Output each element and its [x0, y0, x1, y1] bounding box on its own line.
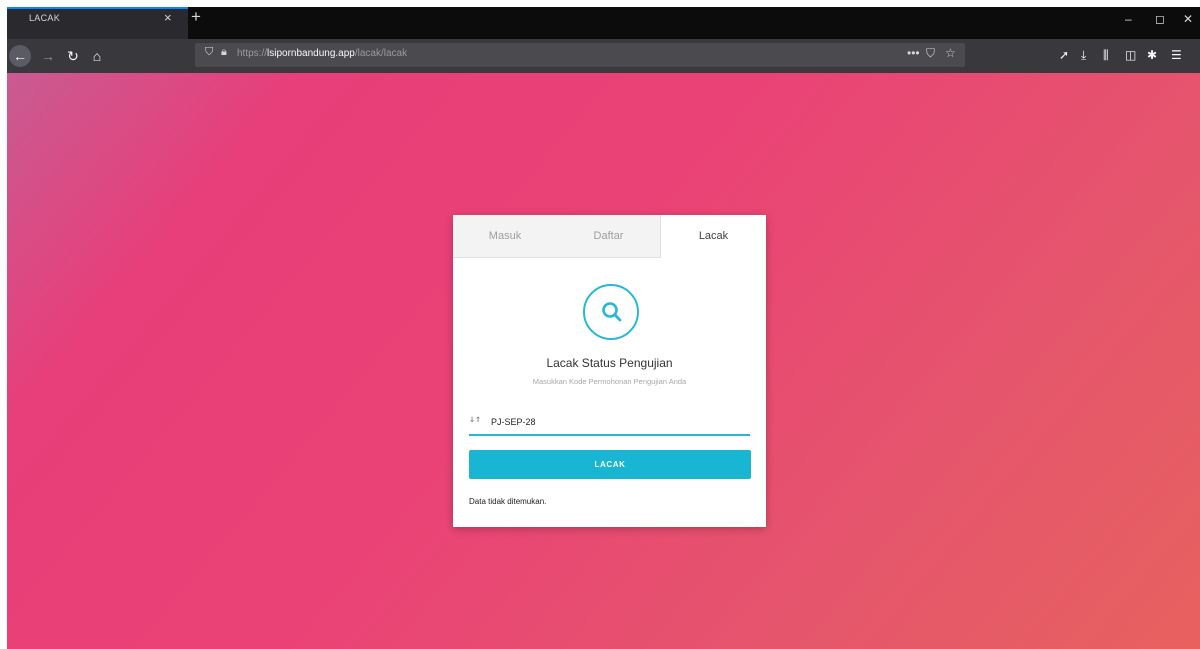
- browser-window: LACAK × + – ◻ ✕ ← → ↻ ⌂ ⛉ 🔒︎ https://lsi…: [7, 7, 1200, 649]
- back-button[interactable]: ←: [9, 45, 31, 67]
- reload-icon: ↻: [67, 48, 79, 64]
- tab-daftar[interactable]: Daftar: [557, 215, 661, 258]
- tab-strip: LACAK × + – ◻ ✕: [7, 7, 1200, 39]
- url-text[interactable]: https://lsipornbandung.app/lacak/lacak: [237, 48, 407, 59]
- download-icon[interactable]: ⤓: [1081, 48, 1086, 63]
- page-background: Masuk Daftar Lacak Lacak Status Pengujia…: [7, 73, 1200, 649]
- tracking-card: Masuk Daftar Lacak Lacak Status Pengujia…: [453, 215, 766, 527]
- url-scheme: https://: [237, 48, 268, 59]
- tab-lacak[interactable]: Lacak: [661, 215, 766, 258]
- browser-tab-active[interactable]: LACAK ×: [7, 7, 188, 39]
- reload-button[interactable]: ↻: [62, 45, 84, 67]
- back-arrow-icon: ←: [13, 48, 27, 64]
- sort-icon: ↓↑: [469, 414, 482, 425]
- tab-title: LACAK: [29, 13, 61, 23]
- pocket-icon[interactable]: ⛉: [926, 46, 935, 61]
- sidebar-icon[interactable]: ◫: [1125, 48, 1136, 62]
- tracking-code-input[interactable]: [491, 412, 746, 432]
- library-icon[interactable]: ⫼: [1103, 48, 1109, 63]
- menu-icon[interactable]: ☰: [1171, 48, 1182, 62]
- page-actions-icon[interactable]: •••: [907, 46, 920, 60]
- url-host: lsipornbandung.app: [267, 48, 355, 59]
- home-icon: ⌂: [92, 48, 102, 64]
- navigation-toolbar: ← → ↻ ⌂ ⛉ 🔒︎ https://lsipornbandung.app/…: [7, 39, 1200, 73]
- new-tab-button[interactable]: +: [191, 7, 201, 27]
- card-title: Lacak Status Pengujian: [546, 356, 673, 370]
- tracking-code-field: ↓↑: [469, 408, 750, 436]
- address-bar[interactable]: ⛉ 🔒︎ https://lsipornbandung.app/lacak/la…: [195, 43, 965, 67]
- minimize-button[interactable]: –: [1125, 12, 1132, 26]
- tab-close-icon[interactable]: ×: [164, 10, 172, 25]
- result-message: Data tidak ditemukan.: [469, 497, 547, 506]
- url-path: /lacak/lacak: [354, 48, 408, 59]
- restore-button[interactable]: ◻: [1155, 12, 1165, 26]
- search-icon: [583, 284, 639, 340]
- addon-icon[interactable]: ✱: [1147, 48, 1157, 62]
- home-button[interactable]: ⌂: [86, 45, 108, 67]
- shield-icon[interactable]: ⛉: [205, 46, 213, 59]
- auth-tabs: Masuk Daftar Lacak: [453, 215, 766, 258]
- magnifier-glyph: [602, 302, 622, 322]
- bookmark-star-icon[interactable]: ☆: [945, 46, 956, 60]
- forward-button[interactable]: →: [37, 45, 59, 67]
- tab-masuk[interactable]: Masuk: [453, 215, 557, 258]
- lacak-button[interactable]: LACAK: [469, 450, 751, 479]
- card-subtitle: Masukkan Kode Permohonan Pengujian Anda: [532, 377, 687, 386]
- close-window-button[interactable]: ✕: [1183, 12, 1193, 26]
- lock-icon[interactable]: 🔒︎: [221, 46, 227, 59]
- forward-arrow-icon: →: [41, 48, 55, 64]
- extension-icon[interactable]: ➚: [1059, 48, 1069, 62]
